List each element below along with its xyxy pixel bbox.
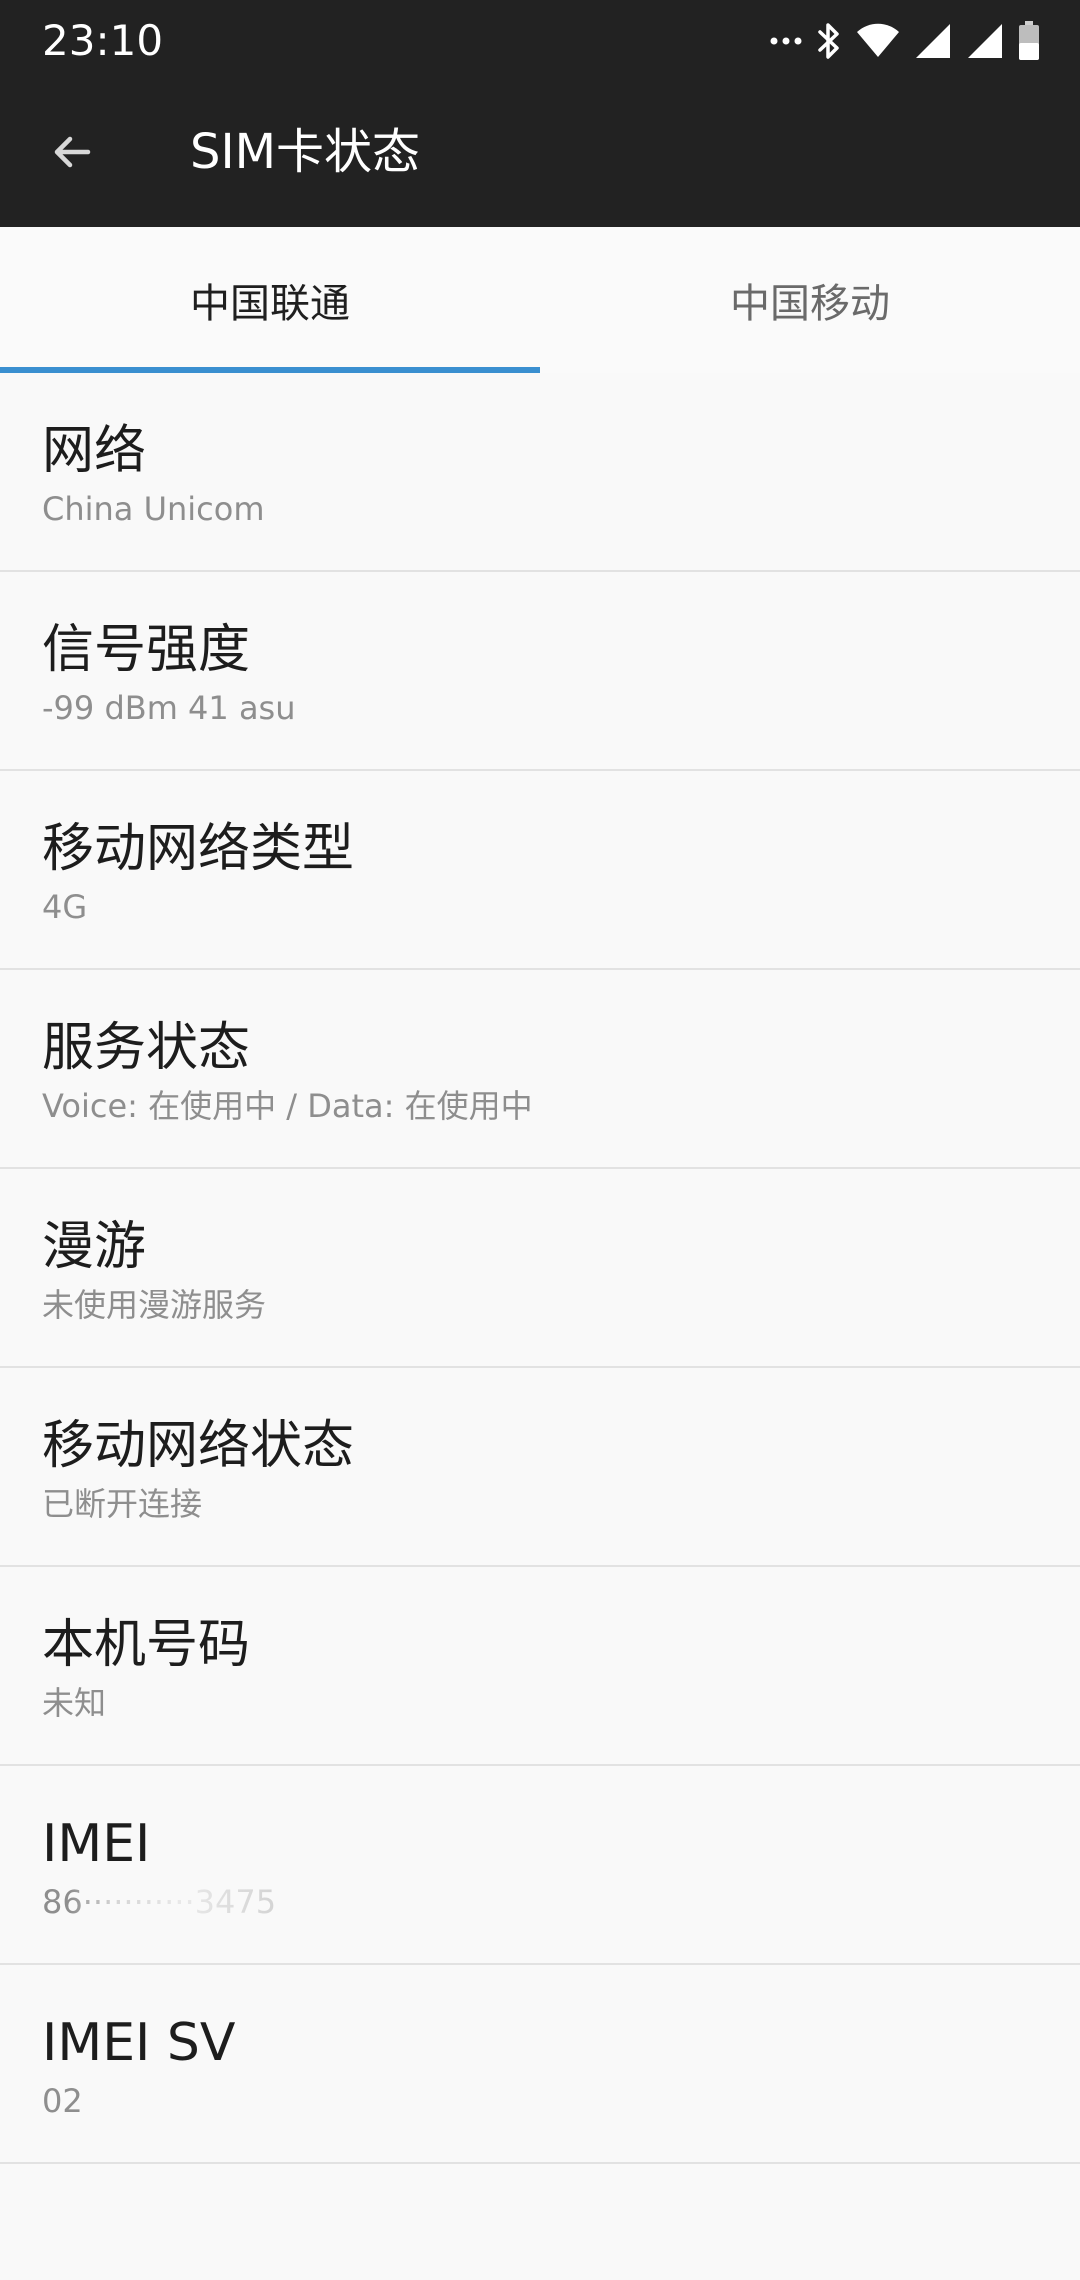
item-title: 本机号码 <box>42 1615 251 1675</box>
wifi-icon <box>856 23 900 59</box>
carrier-tabs: 中国联通 中国移动 <box>0 227 1080 373</box>
back-arrow-icon <box>48 128 96 180</box>
item-value: Voice: 在使用中 / Data: 在使用中 <box>42 1087 533 1125</box>
item-title: 网络 <box>42 421 147 481</box>
status-time: 23:10 <box>42 16 164 65</box>
item-title: IMEI <box>42 1814 151 1874</box>
item-title: 漫游 <box>42 1217 147 1277</box>
sim-info-list: 网络 China Unicom 信号强度 -99 dBm 41 asu 移动网络… <box>0 373 1080 2164</box>
item-value: 已断开连接 <box>42 1485 203 1523</box>
tab-china-unicom[interactable]: 中国联通 <box>0 227 540 373</box>
item-title: 移动网络类型 <box>42 819 355 879</box>
item-title: 服务状态 <box>42 1018 251 1078</box>
tab-china-mobile[interactable]: 中国移动 <box>540 227 1080 373</box>
list-item-service-state[interactable]: 服务状态 Voice: 在使用中 / Data: 在使用中 <box>0 970 1080 1169</box>
sim-status-screen: 23:10 SIM卡状态 中国联通 中国移动 网络 China Unicom 信… <box>0 0 1080 2280</box>
item-value: China Unicom <box>42 490 265 528</box>
tab-label: 中国联通 <box>190 281 350 327</box>
status-icons <box>770 18 1040 64</box>
item-value: 未知 <box>42 1684 107 1722</box>
page-title: SIM卡状态 <box>190 124 421 180</box>
cell-signal-icon <box>966 23 1004 59</box>
list-item-network-type[interactable]: 移动网络类型 4G <box>0 771 1080 970</box>
item-value: 86···········3475 <box>42 1883 277 1921</box>
list-item-imei-sv[interactable]: IMEI SV 02 <box>0 1965 1080 2164</box>
top-bar: 23:10 SIM卡状态 <box>0 0 1080 227</box>
item-value: 未使用漫游服务 <box>42 1286 267 1324</box>
back-button[interactable] <box>36 118 108 190</box>
item-title: 移动网络状态 <box>42 1416 355 1476</box>
list-item-data-state[interactable]: 移动网络状态 已断开连接 <box>0 1368 1080 1567</box>
item-title: 信号强度 <box>42 620 251 680</box>
list-item-imei[interactable]: IMEI 86···········3475 <box>0 1766 1080 1965</box>
more-dots-icon <box>770 35 802 47</box>
list-item-network[interactable]: 网络 China Unicom <box>0 373 1080 572</box>
item-value: -99 dBm 41 asu <box>42 689 296 727</box>
item-title: IMEI SV <box>42 2013 236 2073</box>
battery-icon <box>1018 21 1040 61</box>
list-item-phone-number[interactable]: 本机号码 未知 <box>0 1567 1080 1766</box>
item-value: 4G <box>42 888 88 926</box>
tab-label: 中国移动 <box>730 281 890 327</box>
list-item-signal-strength[interactable]: 信号强度 -99 dBm 41 asu <box>0 572 1080 771</box>
list-item-roaming[interactable]: 漫游 未使用漫游服务 <box>0 1169 1080 1368</box>
item-value: 02 <box>42 2082 83 2120</box>
cell-signal-icon <box>914 23 952 59</box>
bluetooth-icon <box>816 21 842 61</box>
